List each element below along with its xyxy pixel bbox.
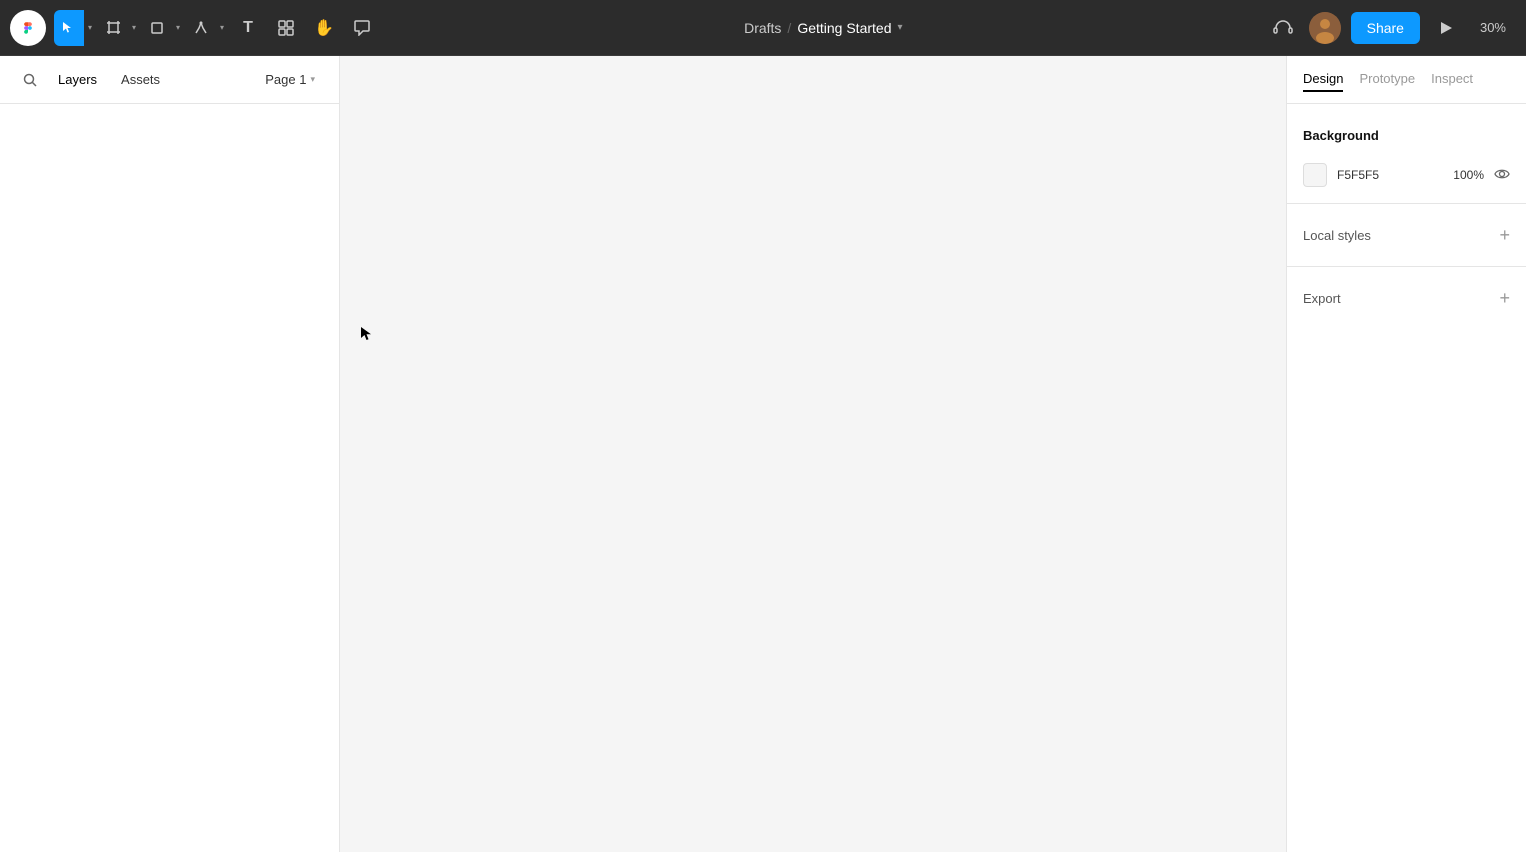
shape-tool-group: ▾	[142, 10, 184, 46]
text-tool-button[interactable]: T	[230, 10, 266, 46]
background-opacity-value: 100%	[1453, 168, 1484, 182]
toolbar-right: Share 30%	[1267, 12, 1514, 44]
background-color-row[interactable]: F5F5F5 100%	[1287, 159, 1526, 191]
components-tool-button[interactable]	[268, 10, 304, 46]
main-content: Layers Assets Page 1 ▾ Design Prototype …	[0, 56, 1526, 852]
divider-1	[1287, 203, 1526, 204]
right-panel-body: Background F5F5F5 100% Local styles +	[1287, 104, 1526, 852]
left-panel-header: Layers Assets Page 1 ▾	[0, 56, 339, 104]
chevron-down-icon-pen: ▾	[220, 23, 224, 32]
chevron-down-icon: ▾	[88, 23, 92, 32]
frame-tool-dropdown[interactable]: ▾	[128, 10, 140, 46]
share-button[interactable]: Share	[1351, 12, 1420, 44]
frame-tool-button[interactable]	[98, 10, 128, 46]
divider-2	[1287, 266, 1526, 267]
frame-tool-group: ▾	[98, 10, 140, 46]
right-panel: Design Prototype Inspect Background F5F5…	[1286, 56, 1526, 852]
zoom-level-button[interactable]: 30%	[1472, 16, 1514, 39]
background-title: Background	[1303, 128, 1379, 143]
export-title: Export	[1303, 291, 1341, 306]
main-menu-button[interactable]	[12, 10, 52, 46]
pen-tool-dropdown[interactable]: ▾	[216, 10, 228, 46]
cursor-indicator	[360, 326, 376, 342]
local-styles-add-button[interactable]: +	[1499, 226, 1510, 244]
background-hex-value: F5F5F5	[1337, 168, 1443, 182]
breadcrumb-separator: /	[787, 20, 791, 36]
page-selector-label: Page 1	[265, 72, 306, 87]
canvas-area[interactable]	[340, 56, 1286, 852]
tab-design[interactable]: Design	[1303, 67, 1343, 92]
toolbar: ▾ ▾ ▾	[0, 0, 1526, 56]
search-button[interactable]	[16, 66, 44, 94]
layers-panel-body	[0, 104, 339, 852]
toolbar-left: ▾ ▾ ▾	[12, 10, 380, 46]
present-button[interactable]	[1430, 12, 1462, 44]
text-icon: T	[243, 19, 253, 37]
right-panel-tabs: Design Prototype Inspect	[1287, 56, 1526, 104]
export-add-button[interactable]: +	[1499, 289, 1510, 307]
move-tool-group: ▾	[54, 10, 96, 46]
figma-logo	[10, 10, 46, 46]
export-section[interactable]: Export +	[1287, 279, 1526, 317]
help-button[interactable]	[1267, 12, 1299, 44]
tab-prototype[interactable]: Prototype	[1359, 67, 1415, 92]
pen-tool-button[interactable]	[186, 10, 216, 46]
local-styles-section[interactable]: Local styles +	[1287, 216, 1526, 254]
left-panel: Layers Assets Page 1 ▾	[0, 56, 340, 852]
move-tool-button[interactable]	[54, 10, 84, 46]
shape-tool-button[interactable]	[142, 10, 172, 46]
user-avatar[interactable]	[1309, 12, 1341, 44]
shape-tool-dropdown[interactable]: ▾	[172, 10, 184, 46]
breadcrumb-project: Getting Started	[797, 20, 891, 36]
background-color-swatch[interactable]	[1303, 163, 1327, 187]
toolbar-center: Drafts / Getting Started ▾	[384, 20, 1263, 36]
background-section-header: Background	[1287, 120, 1526, 151]
move-tool-dropdown[interactable]: ▾	[84, 10, 96, 46]
page-selector[interactable]: Page 1 ▾	[257, 68, 323, 91]
hand-tool-button[interactable]: ✋	[306, 10, 342, 46]
pen-tool-group: ▾	[186, 10, 228, 46]
tab-assets[interactable]: Assets	[111, 66, 170, 93]
tab-layers[interactable]: Layers	[48, 66, 107, 93]
local-styles-title: Local styles	[1303, 228, 1371, 243]
page-selector-chevron: ▾	[310, 74, 315, 85]
breadcrumb-drafts: Drafts	[744, 20, 781, 36]
chevron-down-icon-frame: ▾	[132, 23, 136, 32]
background-visibility-toggle[interactable]	[1494, 167, 1510, 183]
comment-tool-button[interactable]	[344, 10, 380, 46]
hand-icon: ✋	[314, 18, 334, 38]
breadcrumb-dropdown-icon: ▾	[897, 22, 902, 33]
tab-inspect[interactable]: Inspect	[1431, 67, 1473, 92]
breadcrumb[interactable]: Drafts / Getting Started ▾	[744, 20, 902, 36]
chevron-down-icon-shape: ▾	[176, 23, 180, 32]
